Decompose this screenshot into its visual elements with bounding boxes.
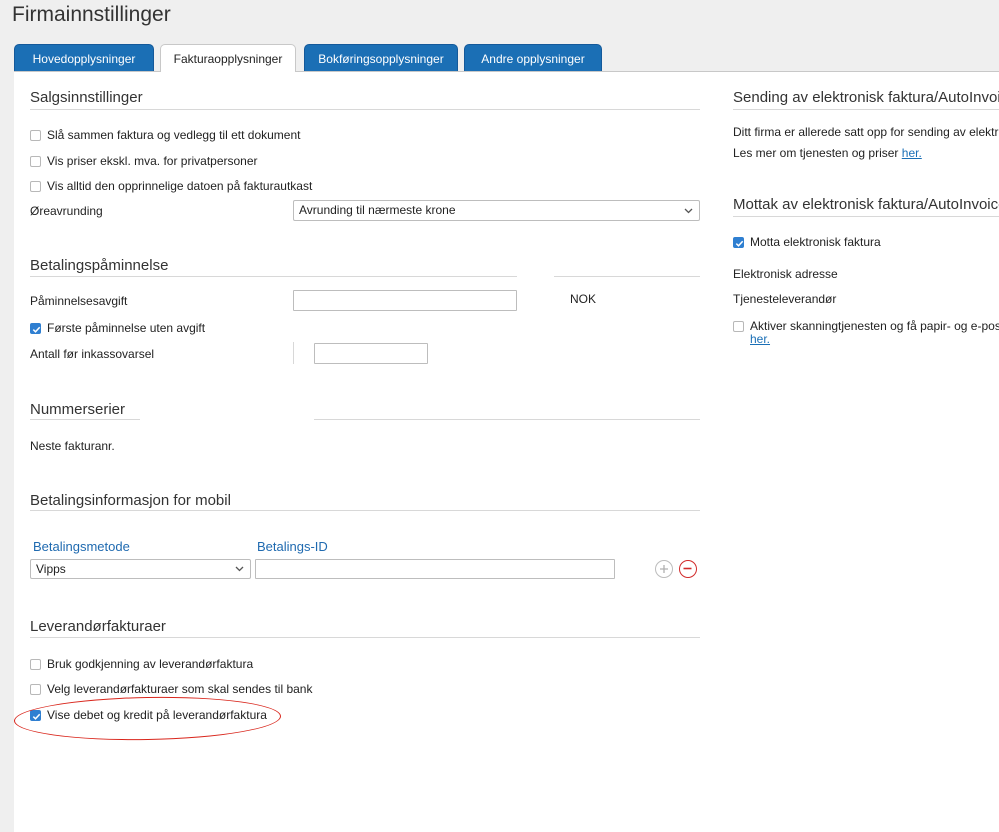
service-provider-label: Tjenesteleverandør — [733, 292, 837, 306]
rounding-select-value: Avrunding til nærmeste krone — [299, 203, 456, 217]
scanning-service-checkbox[interactable] — [733, 321, 744, 332]
divider — [314, 419, 700, 420]
sales-section-title: Salgsinnstillinger — [30, 89, 143, 106]
minus-icon — [683, 567, 692, 570]
divider — [30, 510, 700, 511]
currency-label: NOK — [570, 292, 597, 306]
rounding-label: Øreavrunding — [30, 204, 103, 218]
price-excl-vat-label: Vis priser ekskl. mva. for privatpersone… — [47, 154, 258, 168]
divider — [30, 637, 700, 638]
supplier-section-title: Leverandørfakturaer — [30, 618, 166, 635]
payment-method-column-header: Betalingsmetode — [33, 539, 130, 554]
mobile-payment-section-title: Betalingsinformasjon for mobil — [30, 492, 231, 509]
tab-bokforingsopplysninger[interactable]: Bokføringsopplysninger — [304, 44, 458, 71]
einvoice-receive-title: Mottak av elektronisk faktura/AutoInvoic… — [733, 196, 999, 213]
page-title: Firmainnstillinger — [12, 3, 171, 26]
checkmark-icon — [735, 240, 744, 247]
divider — [733, 109, 999, 110]
supplier-bank-label: Velg leverandørfakturaer som skal sendes… — [47, 682, 313, 696]
einvoice-more-link[interactable]: her. — [902, 146, 922, 160]
price-excl-vat-checkbox[interactable] — [30, 156, 41, 167]
remove-row-button[interactable] — [679, 560, 697, 578]
receive-einvoice-checkbox[interactable] — [733, 237, 744, 248]
chevron-down-icon — [235, 566, 244, 572]
checkmark-icon — [32, 326, 41, 333]
divider — [30, 109, 700, 110]
merge-invoice-label: Slå sammen faktura og vedlegg til ett do… — [47, 128, 301, 142]
rounding-select[interactable]: Avrunding til nærmeste krone — [293, 200, 700, 221]
plus-icon — [660, 565, 668, 573]
supplier-approval-label: Bruk godkjenning av leverandørfaktura — [47, 657, 254, 671]
add-row-button[interactable] — [655, 560, 673, 578]
first-reminder-free-label: Første påminnelse uten avgift — [47, 321, 206, 335]
reminder-fee-input[interactable] — [293, 290, 517, 311]
original-date-checkbox[interactable] — [30, 181, 41, 192]
payment-id-column-header: Betalings-ID — [257, 539, 328, 554]
supplier-bank-checkbox[interactable] — [30, 684, 41, 695]
original-date-label: Vis alltid den opprinnelige datoen på fa… — [47, 179, 313, 193]
scanning-service-link[interactable]: her. — [750, 332, 770, 346]
einvoice-more-text: Les mer om tjenesten og priser — [733, 146, 899, 160]
merge-invoice-checkbox[interactable] — [30, 130, 41, 141]
collection-count-input[interactable] — [314, 343, 428, 364]
payment-method-select[interactable]: Vipps — [30, 559, 251, 579]
reminder-fee-label: Påminnelsesavgift — [30, 294, 128, 308]
first-reminder-free-checkbox[interactable] — [30, 323, 41, 334]
divider — [30, 419, 140, 420]
tab-hovedopplysninger[interactable]: Hovedopplysninger — [14, 44, 154, 71]
payment-id-input[interactable] — [255, 559, 615, 579]
einvoice-send-text: Ditt firma er allerede satt opp for send… — [733, 125, 999, 139]
receive-einvoice-label: Motta elektronisk faktura — [750, 235, 881, 249]
reminder-section-title: Betalingspåminnelse — [30, 257, 169, 274]
divider — [293, 342, 294, 364]
einvoice-more-info: Les mer om tjenesten og priser her. — [733, 146, 922, 160]
numbering-section-title: Nummerserier — [30, 401, 126, 418]
payment-method-value: Vipps — [36, 562, 66, 576]
divider — [554, 276, 700, 277]
electronic-address-label: Elektronisk adresse — [733, 267, 838, 281]
chevron-down-icon — [684, 208, 693, 213]
tab-andre-opplysninger[interactable]: Andre opplysninger — [464, 44, 602, 71]
einvoice-send-title: Sending av elektronisk faktura/AutoInvoi… — [733, 89, 999, 106]
tab-fakturaopplysninger[interactable]: Fakturaopplysninger — [160, 44, 296, 72]
settings-panel: Salgsinnstillinger Slå sammen faktura og… — [13, 71, 999, 832]
divider — [733, 216, 999, 217]
highlight-annotation — [13, 694, 282, 743]
divider — [30, 276, 517, 277]
scanning-service-label: Aktiver skanningtjenesten og få papir- o… — [750, 319, 999, 333]
collection-count-label: Antall før inkassovarsel — [30, 347, 155, 361]
supplier-approval-checkbox[interactable] — [30, 659, 41, 670]
next-invoice-label: Neste fakturanr. — [30, 439, 115, 453]
